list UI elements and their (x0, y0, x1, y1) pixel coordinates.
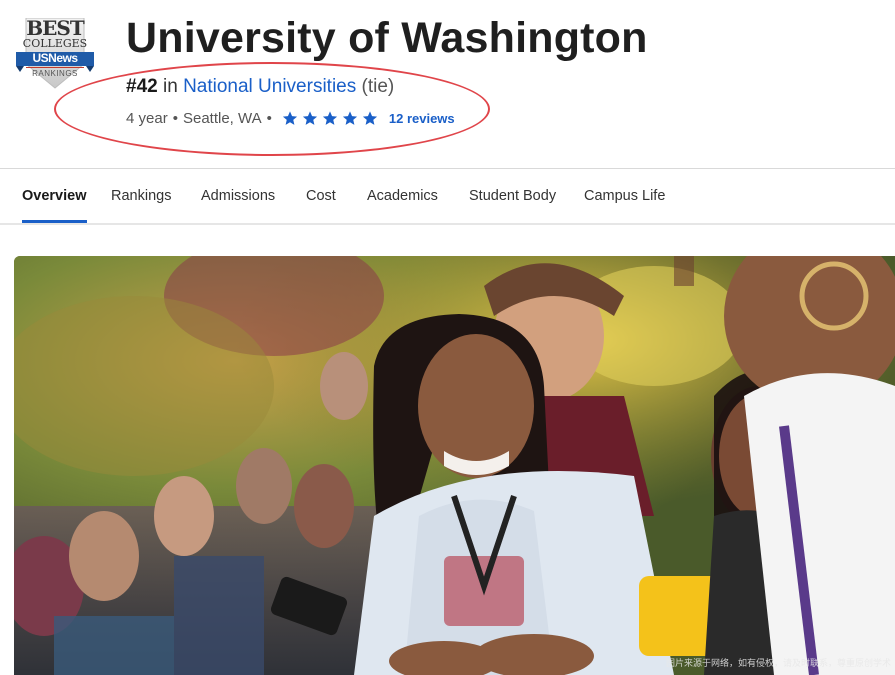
section-tabs: Overview Rankings Admissions Cost Academ… (0, 169, 895, 223)
star-icon (322, 111, 337, 125)
rating-stars[interactable] (281, 110, 381, 127)
hero-photo: 图片来源于网络，如有侵权，请及时联系，尊重原创学术 (14, 256, 895, 675)
tab-admissions[interactable]: Admissions (201, 169, 275, 223)
star-icon (302, 111, 317, 125)
tab-student-body[interactable]: Student Body (469, 169, 556, 223)
tab-academics[interactable]: Academics (367, 169, 438, 223)
tab-overview[interactable]: Overview (22, 169, 87, 223)
rank-tie-text: (tie) (361, 76, 395, 97)
badge-colleges-text: COLLEGES (22, 37, 88, 50)
badge-rankings-text: RANKINGS (32, 69, 78, 78)
school-location: Seattle, WA (182, 110, 262, 127)
best-colleges-badge: BEST COLLEGES USNews RANKINGS (16, 18, 94, 90)
tabs-divider (0, 223, 895, 225)
star-icon (362, 111, 377, 125)
reviews-link[interactable]: 12 reviews (389, 111, 455, 126)
meta-line: 4 year • Seattle, WA • 12 reviews (126, 110, 455, 127)
tab-cost[interactable]: Cost (306, 169, 336, 223)
star-icon (342, 111, 357, 125)
page-title: University of Washington (126, 14, 648, 62)
star-icon (282, 111, 297, 125)
badge-brand-text: USNews (32, 51, 78, 65)
rank-in-text: in (162, 76, 178, 97)
tab-campus-life[interactable]: Campus Life (584, 169, 665, 223)
separator-dot: • (266, 110, 272, 127)
hero-photo-illustration (14, 256, 895, 675)
badge-best-text: BEST (26, 16, 84, 40)
rank-line: #42 in National Universities (tie) (126, 76, 394, 98)
school-type: 4 year (126, 110, 168, 127)
rank-number: #42 (126, 76, 158, 97)
separator-dot: • (172, 110, 178, 127)
tab-rankings[interactable]: Rankings (111, 169, 171, 223)
photo-caption: 图片来源于网络，如有侵权，请及时联系，尊重原创学术 (665, 659, 891, 669)
rank-category-link[interactable]: National Universities (183, 76, 356, 97)
